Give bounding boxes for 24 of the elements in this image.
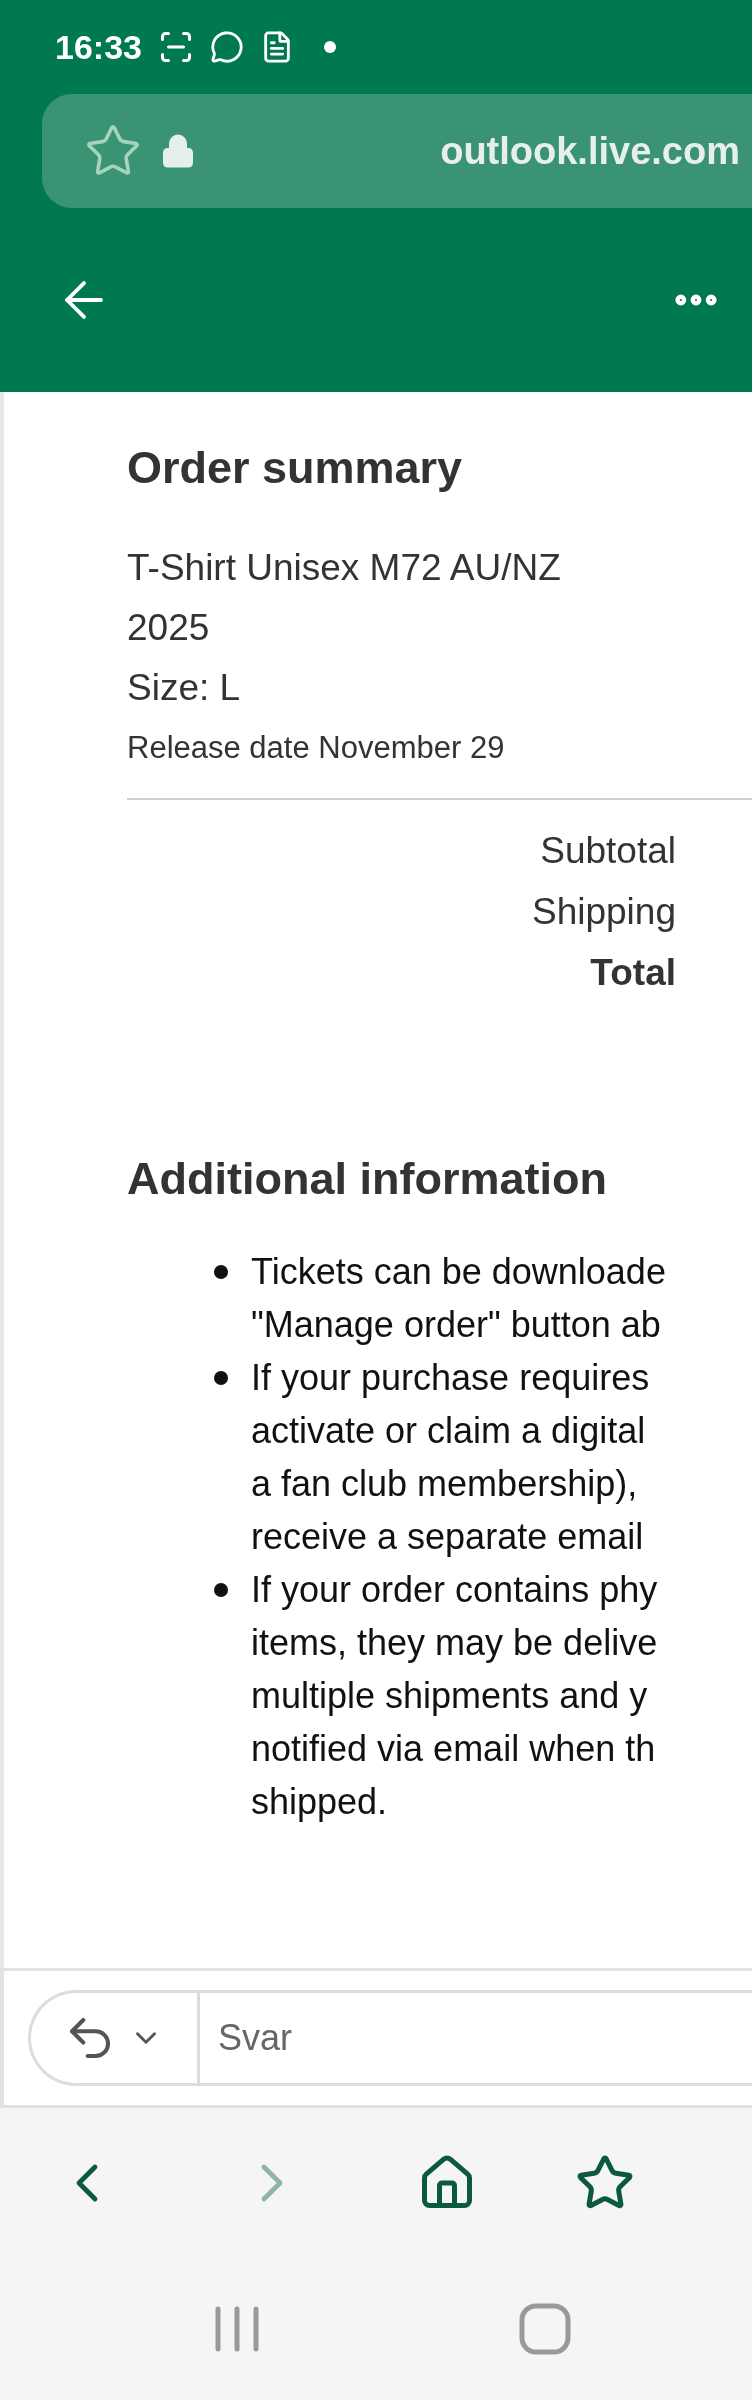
total-label: Total [590, 951, 676, 995]
bullet-icon [214, 1583, 228, 1597]
bullet-text: Tickets can be downloade "Manage order" button ab [251, 1250, 666, 1347]
url-text: outlook.live.com [440, 128, 740, 174]
notification-dot-icon [323, 41, 336, 53]
item-detail: 2025 [127, 606, 211, 650]
bullet-text: If your purchase requires activate or claim a digital a fan club membership), receive a separate email [251, 1356, 650, 1559]
bullet-text: If your order contains phy items, they may be delive multiple shipments and y notified via email when th shipped. [251, 1568, 658, 1824]
item-detail: T-Shirt Unisex M72 AU/NZ [127, 546, 562, 590]
url-bar[interactable]: outlook.live.com [42, 94, 752, 208]
bullet-icon [214, 1371, 228, 1385]
lock-icon [160, 133, 196, 169]
home-button-icon[interactable] [519, 2303, 571, 2355]
recent-apps-icon[interactable] [214, 2305, 260, 2353]
total-label: Subtotal [540, 829, 676, 873]
release-date: Release date November 29 [127, 729, 506, 767]
section-heading: Additional information [127, 1153, 608, 1205]
total-label: Shipping [532, 890, 676, 934]
item-detail: Size: L [127, 666, 242, 710]
reply-field[interactable]: Svar [28, 1990, 752, 2086]
reply-input[interactable]: Svar [218, 2011, 752, 2065]
bullet-icon [214, 1265, 228, 1279]
status-time: 16:33 [55, 26, 142, 68]
section-heading: Order summary [127, 442, 464, 494]
